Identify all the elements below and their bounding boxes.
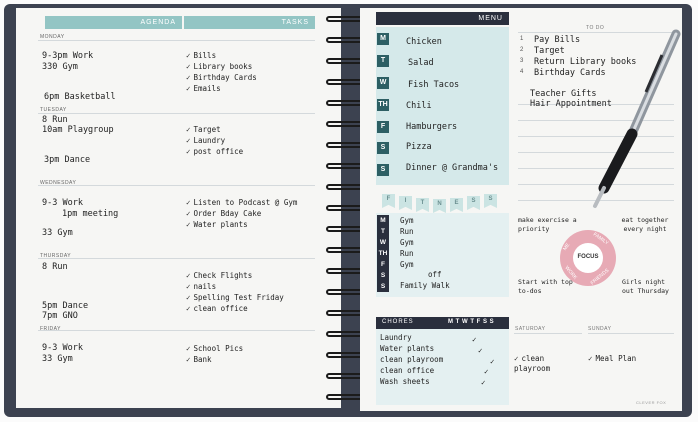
pen-overlay [593,29,681,208]
planner-photo: AGENDA TASKS MONDAY 9-3pm Work 330 Gym 6… [0,0,698,422]
pen-icon [593,29,681,208]
